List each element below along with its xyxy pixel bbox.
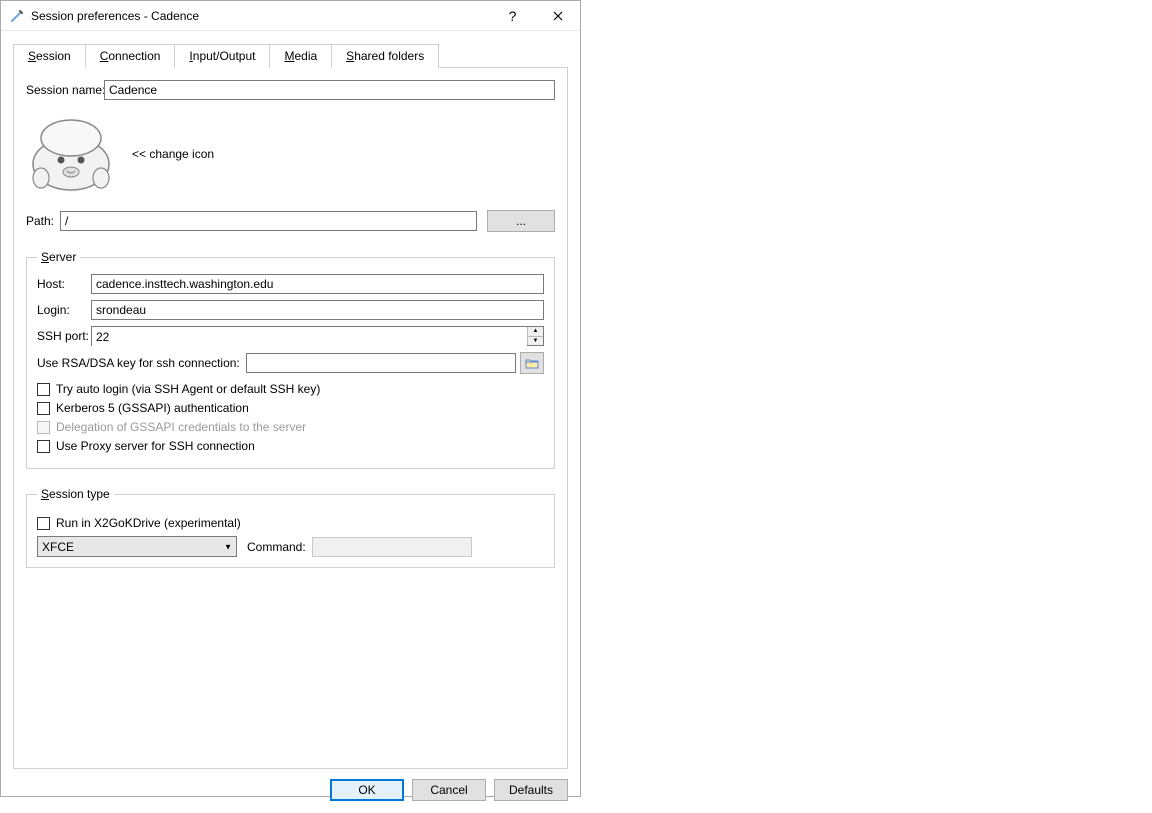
tab-shared[interactable]: Shared folders (331, 44, 439, 68)
dialog-window: Session preferences - Cadence ? Session … (0, 0, 581, 797)
path-input[interactable] (60, 211, 477, 231)
spinner-buttons: ▲ ▼ (527, 327, 543, 345)
close-button[interactable] (535, 1, 580, 30)
kdrive-label: Run in X2GoKDrive (experimental) (56, 516, 241, 530)
tab-media[interactable]: Media (269, 44, 332, 68)
tab-io[interactable]: Input/Output (174, 44, 270, 68)
help-button[interactable]: ? (490, 1, 535, 30)
path-browse-button[interactable]: ... (487, 210, 555, 232)
session-type-value: XFCE (42, 540, 74, 554)
proxy-checkbox[interactable] (37, 440, 50, 453)
delegation-label: Delegation of GSSAPI credentials to the … (56, 420, 306, 434)
path-label: Path: (26, 214, 60, 228)
change-icon-link[interactable]: << change icon (132, 147, 214, 161)
session-name-row: Session name: (26, 80, 555, 100)
kdrive-row: Run in X2GoKDrive (experimental) (37, 516, 544, 530)
session-type-legend: Session type (37, 487, 114, 501)
titlebar: Session preferences - Cadence ? (1, 1, 580, 31)
tab-label: nput/Output (193, 49, 256, 63)
path-row: Path: ... (26, 210, 555, 232)
tab-label: edia (294, 49, 317, 63)
app-icon (9, 8, 25, 24)
session-icon[interactable] (26, 114, 116, 194)
auto-login-row: Try auto login (via SSH Agent or default… (37, 382, 544, 396)
ok-label: OK (358, 783, 375, 797)
session-type-group: Session type Run in X2GoKDrive (experime… (26, 487, 555, 568)
window-title: Session preferences - Cadence (31, 9, 490, 23)
rsa-label: Use RSA/DSA key for ssh connection: (37, 356, 240, 370)
server-legend: Server (37, 250, 80, 264)
dialog-content: Session Connection Input/Output Media Sh… (1, 31, 580, 769)
cancel-label: Cancel (430, 783, 467, 797)
ssh-port-row: SSH port: ▲ ▼ (37, 326, 544, 346)
browse-label: ... (516, 214, 526, 228)
login-input[interactable] (91, 300, 544, 320)
rsa-key-row: Use RSA/DSA key for ssh connection: (37, 352, 544, 374)
server-group: Server Host: Login: SSH port: ▲ ▼ (26, 250, 555, 469)
defaults-button[interactable]: Defaults (494, 779, 568, 801)
auto-login-checkbox[interactable] (37, 383, 50, 396)
command-label: Command: (247, 540, 306, 554)
rsa-key-input[interactable] (246, 353, 516, 373)
ssh-port-label: SSH port: (37, 329, 91, 343)
proxy-row: Use Proxy server for SSH connection (37, 439, 544, 453)
tab-label: onnection (108, 49, 160, 63)
delegation-row: Delegation of GSSAPI credentials to the … (37, 420, 544, 434)
session-type-combo[interactable]: XFCE ▼ (37, 536, 237, 557)
delegation-checkbox (37, 421, 50, 434)
tab-label: ession (36, 49, 71, 63)
proxy-label: Use Proxy server for SSH connection (56, 439, 255, 453)
session-name-label: Session name: (26, 83, 104, 97)
tabs: Session Connection Input/Output Media Sh… (13, 43, 568, 67)
auto-login-label: Try auto login (via SSH Agent or default… (56, 382, 320, 396)
kerberos-label: Kerberos 5 (GSSAPI) authentication (56, 401, 249, 415)
host-row: Host: (37, 274, 544, 294)
folder-icon (525, 357, 539, 369)
spin-down-button[interactable]: ▼ (528, 336, 543, 346)
chevron-down-icon: ▼ (224, 542, 232, 551)
ok-button[interactable]: OK (330, 779, 404, 801)
tab-panel-session: Session name: << (13, 67, 568, 769)
login-row: Login: (37, 300, 544, 320)
host-label: Host: (37, 277, 91, 291)
tab-connection[interactable]: Connection (85, 44, 176, 68)
tab-session[interactable]: Session (13, 44, 86, 68)
cancel-button[interactable]: Cancel (412, 779, 486, 801)
session-name-input[interactable] (104, 80, 555, 100)
session-type-row: XFCE ▼ Command: (37, 536, 544, 557)
ssh-port-spinner[interactable]: ▲ ▼ (91, 326, 544, 346)
command-input (312, 537, 472, 557)
ssh-port-input[interactable] (92, 327, 527, 347)
defaults-label: Defaults (509, 783, 553, 797)
kdrive-checkbox[interactable] (37, 517, 50, 530)
spin-up-button[interactable]: ▲ (528, 327, 543, 336)
dialog-button-bar: OK Cancel Defaults (1, 769, 580, 813)
login-label: Login: (37, 303, 91, 317)
icon-area: << change icon (26, 114, 555, 194)
rsa-browse-button[interactable] (520, 352, 544, 374)
tab-label: hared folders (354, 49, 424, 63)
kerberos-row: Kerberos 5 (GSSAPI) authentication (37, 401, 544, 415)
kerberos-checkbox[interactable] (37, 402, 50, 415)
host-input[interactable] (91, 274, 544, 294)
